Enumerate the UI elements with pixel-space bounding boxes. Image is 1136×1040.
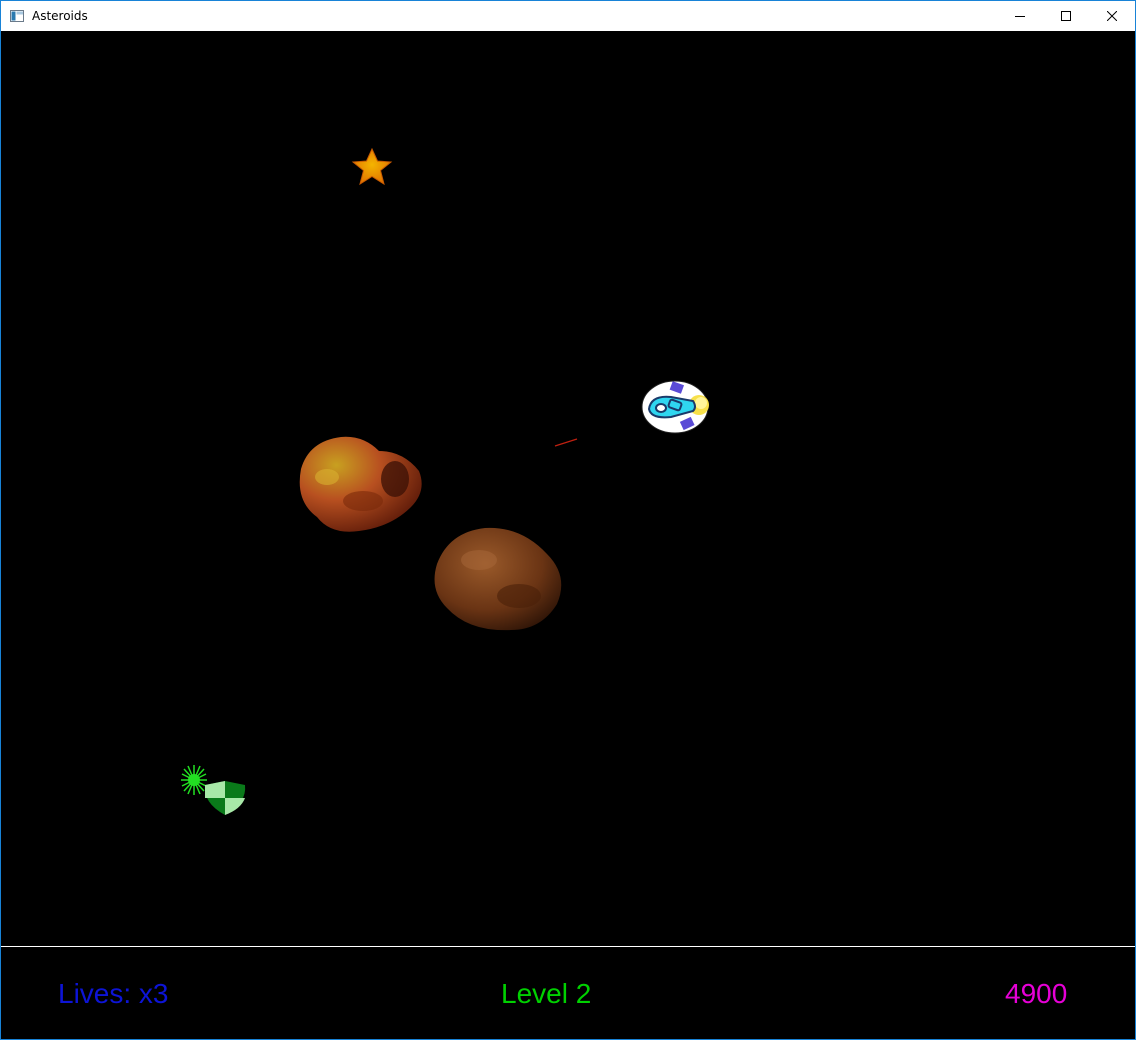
hud-divider [1, 946, 1135, 947]
title-bar[interactable]: Asteroids [1, 1, 1135, 31]
shield-powerup-icon [204, 781, 246, 815]
asteroid-brown-icon [434, 527, 562, 631]
window-title: Asteroids [32, 9, 88, 23]
star-pickup-icon [351, 148, 393, 186]
maximize-icon [1061, 11, 1071, 21]
game-playfield[interactable]: Lives: x3 Level 2 4900 [1, 31, 1135, 1039]
maximize-button[interactable] [1043, 1, 1089, 31]
level-indicator: Level 2 [501, 978, 592, 1009]
score-display: 4900 [1005, 978, 1068, 1009]
close-icon [1107, 11, 1117, 21]
asteroid-orange-icon [299, 436, 422, 532]
laser-bullet-icon [554, 438, 578, 447]
lives-counter: Lives: x3 [58, 978, 169, 1009]
close-button[interactable] [1089, 1, 1135, 31]
minimize-button[interactable] [997, 1, 1043, 31]
minimize-icon [1015, 16, 1025, 17]
player-ship-icon [641, 380, 709, 434]
game-window: Asteroids Lives: x3 Level 2 4900 [0, 0, 1136, 1040]
app-window-icon [9, 8, 25, 24]
window-controls [997, 1, 1135, 31]
